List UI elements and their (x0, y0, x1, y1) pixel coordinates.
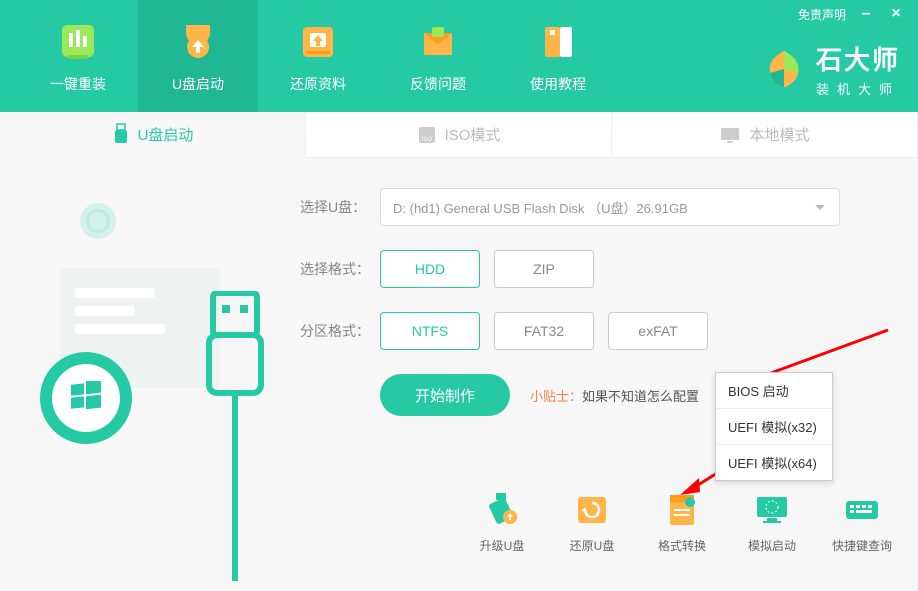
format-hdd-button[interactable]: HDD (380, 250, 480, 288)
popup-uefi64[interactable]: UEFI 模拟(x64) (716, 445, 832, 480)
nav-label: 还原资料 (290, 74, 346, 94)
brand-sub: 装机大师 (816, 79, 900, 98)
nav-label: U盘启动 (172, 74, 224, 94)
select-disk-label: 选择U盘： (300, 197, 380, 217)
tab-label: 本地模式 (749, 124, 809, 145)
tab-local-mode[interactable]: 本地模式 (612, 112, 918, 157)
windows-icon (52, 364, 120, 432)
format-zip-button[interactable]: ZIP (494, 250, 594, 288)
subtabs: U盘启动 ISO ISO模式 本地模式 (0, 112, 918, 158)
minimize-button[interactable]: – (856, 4, 876, 24)
partition-label: 分区格式： (300, 321, 380, 341)
nav-label: 反馈问题 (410, 74, 466, 94)
tab-label: U盘启动 (138, 124, 194, 145)
popup-bios[interactable]: BIOS 启动 (716, 373, 832, 409)
header: 一键重装 U盘启动 还原资料 反馈问题 使用教程 免责声明 (0, 0, 918, 112)
disk-select[interactable]: D: (hd1) General USB Flash Disk （U盘）26.9… (380, 188, 840, 226)
brand: 石大师 装机大师 (762, 40, 900, 98)
tip-label: 小贴士： (530, 389, 582, 404)
nav-label: 使用教程 (530, 74, 586, 94)
reinstall-icon (55, 18, 101, 64)
select-format-label: 选择格式： (300, 259, 380, 279)
row-select-disk: 选择U盘： D: (hd1) General USB Flash Disk （U… (300, 188, 878, 226)
feedback-icon (415, 18, 461, 64)
nav-usb-boot[interactable]: U盘启动 (138, 0, 258, 112)
tool-label: 快捷键查询 (832, 537, 892, 554)
restore-usb-icon (570, 487, 614, 531)
illustration (0, 188, 300, 518)
usb-cable-icon (195, 291, 275, 591)
brand-logo-icon (762, 47, 806, 91)
tool-label: 模拟启动 (748, 537, 796, 554)
svg-text:ISO: ISO (422, 137, 433, 143)
iso-icon: ISO (417, 125, 437, 145)
nav-reinstall[interactable]: 一键重装 (18, 0, 138, 112)
usb-boot-icon (175, 18, 221, 64)
tab-usb-boot[interactable]: U盘启动 (0, 112, 306, 158)
window-controls: 免责声明 – × (786, 0, 918, 28)
start-make-button[interactable]: 开始制作 (380, 374, 510, 416)
tool-hotkey[interactable]: 快捷键查询 (826, 487, 898, 554)
restore-icon (295, 18, 341, 64)
nav-feedback[interactable]: 反馈问题 (378, 0, 498, 112)
partition-fat32-button[interactable]: FAT32 (494, 312, 594, 350)
partition-exfat-button[interactable]: exFAT (608, 312, 708, 350)
tool-label: 升级U盘 (480, 537, 525, 554)
tool-label: 格式转换 (658, 537, 706, 554)
close-button[interactable]: × (886, 4, 906, 24)
disk-select-value: D: (hd1) General USB Flash Disk （U盘）26.9… (393, 198, 688, 217)
partition-ntfs-button[interactable]: NTFS (380, 312, 480, 350)
row-select-format: 选择格式： HDD ZIP (300, 250, 878, 288)
disclaimer-link[interactable]: 免责声明 (798, 6, 846, 23)
simulate-popup: BIOS 启动 UEFI 模拟(x32) UEFI 模拟(x64) (715, 372, 833, 481)
popup-uefi32[interactable]: UEFI 模拟(x32) (716, 409, 832, 445)
tutorial-icon (535, 18, 581, 64)
tool-upgrade[interactable]: 升级U盘 (466, 487, 538, 554)
tool-label: 还原U盘 (570, 537, 615, 554)
nav-bar: 一键重装 U盘启动 还原资料 反馈问题 使用教程 (0, 0, 618, 112)
nav-restore[interactable]: 还原资料 (258, 0, 378, 112)
monitor-icon (719, 126, 741, 144)
brand-title: 石大师 (816, 40, 900, 77)
keyboard-icon (840, 487, 884, 531)
nav-label: 一键重装 (50, 74, 106, 94)
nav-tutorial[interactable]: 使用教程 (498, 0, 618, 112)
tab-label: ISO模式 (445, 124, 501, 145)
upgrade-usb-icon (480, 487, 524, 531)
usb-icon (112, 123, 130, 145)
tool-restore[interactable]: 还原U盘 (556, 487, 628, 554)
tab-iso-mode[interactable]: ISO ISO模式 (306, 112, 612, 157)
